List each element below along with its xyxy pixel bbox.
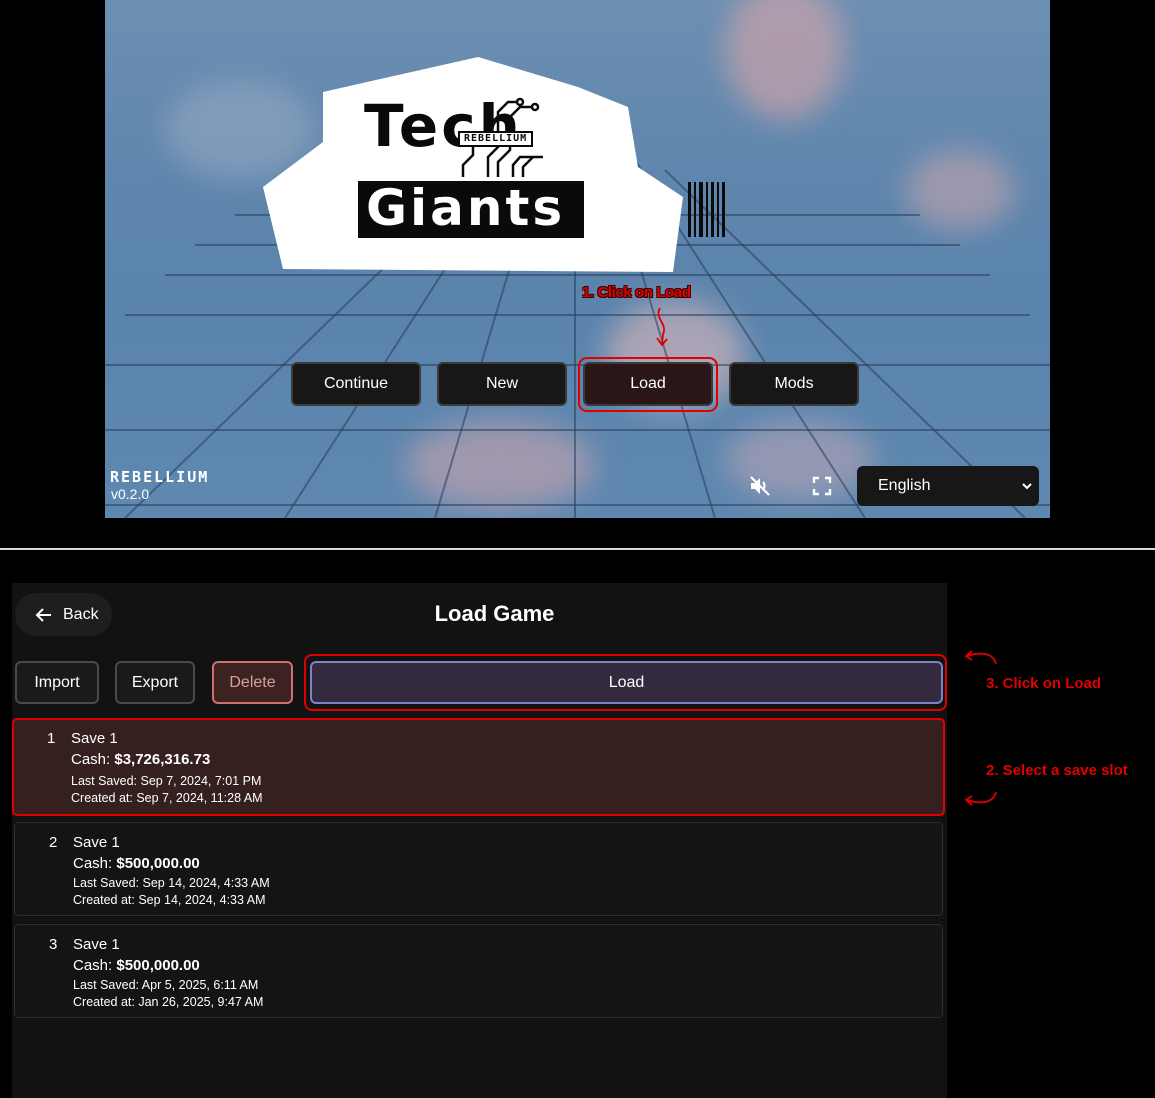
screenshot-divider — [0, 548, 1155, 550]
cash-label: Cash: — [71, 751, 111, 768]
annotation-step-2: 2. Select a save slot — [986, 762, 1128, 779]
save-slot-index: 3 — [49, 936, 58, 953]
export-button[interactable]: Export — [115, 661, 195, 704]
save-slot-created: Created at: Sep 7, 2024, 11:28 AM — [71, 791, 263, 805]
save-slot-2[interactable]: 2 Save 1 Cash: $500,000.00 Last Saved: S… — [14, 822, 943, 916]
save-slot-created: Created at: Sep 14, 2024, 4:33 AM — [73, 893, 266, 907]
cash-label: Cash: — [73, 957, 113, 974]
version-label: v0.2.0 — [111, 486, 150, 502]
load-button-highlight — [578, 357, 718, 412]
import-button[interactable]: Import — [15, 661, 99, 704]
load-button-highlight — [304, 654, 947, 711]
save-slot-3[interactable]: 3 Save 1 Cash: $500,000.00 Last Saved: A… — [14, 924, 943, 1018]
continue-button[interactable]: Continue — [291, 362, 421, 406]
save-slot-index: 2 — [49, 834, 58, 851]
arrow-down-icon — [656, 307, 668, 347]
main-menu-screenshot: Tech REBELLIUM Giants 1. Click on Load C… — [0, 0, 1155, 548]
game-logo: Tech REBELLIUM Giants — [258, 57, 683, 275]
curved-arrow-icon — [964, 791, 997, 806]
save-slot-last-saved: Last Saved: Sep 7, 2024, 7:01 PM — [71, 774, 262, 788]
cash-value: $500,000.00 — [116, 855, 200, 872]
save-slot-1[interactable]: 1 Save 1 Cash: $3,726,316.73 Last Saved:… — [12, 718, 945, 816]
save-slot-index: 1 — [47, 730, 56, 747]
save-slot-cash: Cash: $3,726,316.73 — [71, 751, 210, 768]
save-slot-cash: Cash: $500,000.00 — [73, 957, 200, 974]
cash-value: $3,726,316.73 — [114, 751, 211, 768]
curved-arrow-icon — [964, 650, 997, 665]
chevron-down-icon — [1022, 483, 1032, 490]
save-slot-last-saved: Last Saved: Sep 14, 2024, 4:33 AM — [73, 876, 270, 890]
save-slot-last-saved: Last Saved: Apr 5, 2025, 6:11 AM — [73, 978, 259, 992]
fullscreen-icon[interactable] — [808, 472, 836, 500]
annotation-step-1: 1. Click on Load — [582, 284, 691, 301]
publisher-logo: REBELLIUM — [110, 468, 210, 486]
logo-title-giants: Giants — [366, 179, 566, 237]
cash-value: $500,000.00 — [116, 957, 200, 974]
new-game-button[interactable]: New — [437, 362, 567, 406]
language-select-value: English — [878, 477, 931, 494]
logo-brand-badge: REBELLIUM — [458, 131, 534, 147]
logo-barcode-right — [688, 182, 725, 237]
mods-button[interactable]: Mods — [729, 362, 859, 406]
logo-backdrop-shape — [263, 57, 683, 272]
save-slot-cash: Cash: $500,000.00 — [73, 855, 200, 872]
save-slot-created: Created at: Jan 26, 2025, 9:47 AM — [73, 995, 264, 1009]
save-slot-name: Save 1 — [71, 730, 118, 747]
annotation-step-3: 3. Click on Load — [986, 675, 1102, 692]
cash-label: Cash: — [73, 855, 113, 872]
save-slot-name: Save 1 — [73, 834, 120, 851]
language-select[interactable]: English — [857, 466, 1039, 506]
page-title: Load Game — [434, 601, 555, 626]
save-slot-name: Save 1 — [73, 936, 120, 953]
volume-off-icon[interactable] — [746, 472, 774, 500]
load-game-panel: Back Load Game Import Export Delete Load… — [12, 583, 947, 1098]
delete-button[interactable]: Delete — [212, 661, 293, 704]
